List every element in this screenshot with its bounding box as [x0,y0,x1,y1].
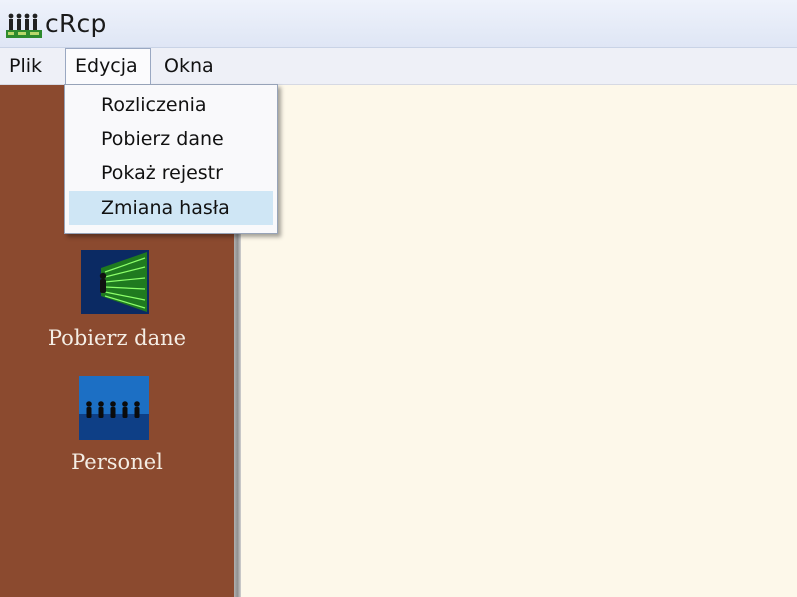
data-download-icon [81,250,149,314]
menu-bar: Plik Edycja Okna [0,48,797,85]
window-title: cRcp [45,9,107,38]
title-bar: cRcp [0,0,797,48]
menu-item-zmiana-hasla[interactable]: Zmiana hasła [69,191,273,225]
sidebar-tile-label: Personel [71,450,163,474]
menu-item-rozliczenia[interactable]: Rozliczenia [69,88,273,122]
menu-plik[interactable]: Plik [0,48,51,84]
menu-edycja[interactable]: Edycja [65,48,151,84]
menu-okna[interactable]: Okna [155,48,223,84]
personnel-icon [79,376,149,440]
main-content-area [241,85,797,597]
people-app-icon [6,13,42,38]
menu-item-pobierz-dane[interactable]: Pobierz dane [69,122,273,156]
sidebar-tile-label: Pobierz dane [47,326,187,350]
menu-item-pokaz-rejestr[interactable]: Pokaż rejestr [69,156,273,190]
edit-dropdown-menu: Rozliczenia Pobierz dane Pokaż rejestr Z… [64,84,278,234]
